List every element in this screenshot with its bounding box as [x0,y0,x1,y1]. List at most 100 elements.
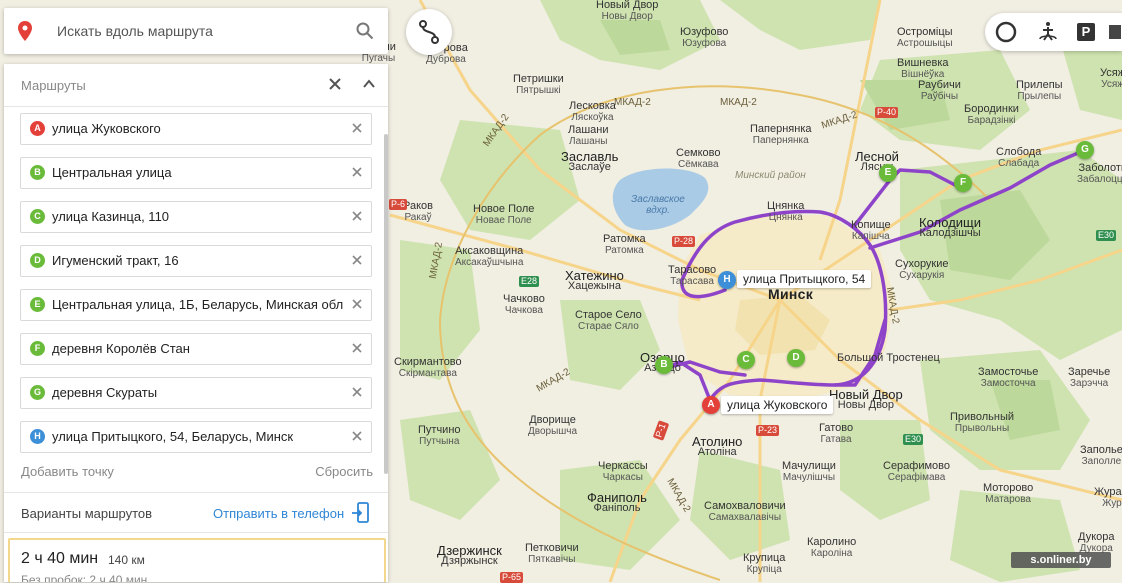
waypoint-badge: A [30,121,45,136]
remove-waypoint-icon[interactable] [352,431,362,441]
place-label: Раубичи Раўбічы [918,79,961,103]
waypoint-field-g[interactable]: G деревня Скураты [20,377,372,409]
waypoint-input[interactable]: улица Казинца, 110 [52,209,169,224]
waypoint-field-e[interactable]: E Центральная улица, 1Б, Беларусь, Минск… [20,289,372,321]
waypoint-input[interactable]: Игуменский тракт, 16 [52,253,179,268]
place-label: Лесковка Ляскоўка [569,100,616,124]
pin-caption-h[interactable]: улица Притыцкого, 54 [737,270,872,288]
place-label: Гатово Гатава [819,422,854,446]
routes-panel: Маршруты A улица Жуковского B Центральна… [4,64,388,582]
search-input[interactable]: Искать вдоль маршрута [57,23,213,39]
route-option-card[interactable]: 2 ч 40 мин 140 км Без пробок: 2 ч 40 мин [8,538,386,582]
place-label: Чачково Чачкова [503,293,545,317]
remove-waypoint-icon[interactable] [352,343,362,353]
route-search-box[interactable]: Искать вдоль маршрута [4,8,388,54]
place-label: Моторово Матарова [983,482,1034,506]
place-label: Раков Ракаў [403,200,433,224]
waypoint-field-d[interactable]: D Игуменский тракт, 16 [20,245,372,277]
waypoint-input[interactable]: улица Жуковского [52,121,161,136]
place-label-town: Атолино Атоліна [692,434,743,458]
remove-waypoint-icon[interactable] [352,167,362,177]
place-label: Юзуфово Юзуфова [680,26,729,50]
scrollbar[interactable] [384,134,388,474]
chevron-up-icon[interactable] [362,78,376,90]
place-label: Привольный Прывольны [950,411,1015,435]
waypoint-badge: E [30,297,45,312]
reset-link[interactable]: Сбросить [315,464,373,479]
route-icon [419,20,439,44]
waypoint-pin-a[interactable]: A [702,396,720,414]
place-label: Сухорукие Сухарукія [895,258,949,282]
route-mode-button[interactable] [406,9,452,55]
remove-waypoint-icon[interactable] [352,255,362,265]
waypoint-pin-g[interactable]: G [1076,141,1094,159]
place-label: Вишневка Вішнёўка [897,57,949,81]
add-point-link[interactable]: Добавить точку [21,464,114,479]
place-label: Новое Поле Новае Поле [473,203,535,227]
waypoint-badge: H [30,429,45,444]
place-label-town: Хатежино Хацежына [565,268,624,292]
watermark: s.onliner.by [1011,552,1111,568]
waypoint-pin-e[interactable]: E [879,164,897,182]
place-label-town: Новый Двор Новы Двор [829,387,903,411]
ring-road-label: МКАД-2 [614,97,651,108]
divider [4,532,388,533]
send-to-phone-icon[interactable] [352,502,370,524]
route-distance: 140 км [108,553,145,567]
place-label: ЗаболотьЗабалоцце [1077,162,1122,186]
place-label: Бородинки Барадзінкі [964,103,1019,127]
place-label-town: Дзержинск Дзяржынск [437,543,502,567]
waypoint-pin-c[interactable]: C [737,351,755,369]
road-number: Е30 [1096,230,1117,241]
waypoint-pin-h[interactable]: H [718,271,736,289]
close-icon[interactable] [328,77,342,91]
region-label: Минский район [735,170,806,181]
send-to-phone-link[interactable]: Отправить в телефон [213,506,344,521]
place-label-town: Заславль Заслаўе [561,149,619,173]
place-label: Старое Село Старае Сяло [575,309,642,333]
remove-waypoint-icon[interactable] [352,299,362,309]
waypoint-pin-f[interactable]: F [954,174,972,192]
place-label: Слобода Слабада [996,146,1042,170]
place-label: Семково Сёмкава [676,147,721,171]
remove-waypoint-icon[interactable] [352,123,362,133]
road-number: Е30 [903,434,924,445]
waypoint-field-f[interactable]: F деревня Королёв Стан [20,333,372,365]
place-label: Заречье Зарэчча [1068,366,1111,390]
road-number: Р-6 [389,199,408,210]
pin-caption-a[interactable]: улица Жуковского [721,396,834,414]
place-label: Мачулищи Мачулішчы [782,460,836,484]
waypoint-badge: G [30,385,45,400]
waypoint-input[interactable]: Центральная улица, 1Б, Беларусь, Минская… [52,297,343,312]
road-number: Р-40 [875,107,899,118]
waypoint-field-a[interactable]: A улица Жуковского [20,113,372,145]
search-icon[interactable] [356,22,374,40]
route-duration: 2 ч 40 мин [21,550,99,567]
remove-waypoint-icon[interactable] [352,211,362,221]
waypoint-field-b[interactable]: B Центральная улица [20,157,372,189]
traffic-layer-icon[interactable] [993,19,1019,45]
transport-layer-icon[interactable] [1035,19,1061,45]
waypoint-badge: C [30,209,45,224]
waypoint-field-c[interactable]: C улица Казинца, 110 [20,201,372,233]
parking-layer-icon[interactable]: P [1077,23,1095,41]
place-label: Лашани Лашаны [568,124,609,148]
waypoint-badge: B [30,165,45,180]
place-label: Серафимово Серафімава [883,460,951,484]
waypoint-input[interactable]: улица Притыцкого, 54, Беларусь, Минск [52,429,293,444]
place-label-town: Фаниполь Фаніполь [587,490,647,514]
location-pin-icon [18,21,32,41]
waypoint-input[interactable]: деревня Скураты [52,385,157,400]
place-label: Папернянка Папернянка [750,123,812,147]
waypoint-field-h[interactable]: H улица Притыцкого, 54, Беларусь, Минск [20,421,372,453]
waypoint-input[interactable]: Центральная улица [52,165,172,180]
route-no-traffic-time: Без пробок: 2 ч 40 мин [21,573,148,582]
routes-panel-header: Маршруты [4,64,388,107]
remove-waypoint-icon[interactable] [352,387,362,397]
more-layers-icon[interactable] [1107,19,1121,45]
waypoint-pin-d[interactable]: D [787,349,805,367]
waypoint-badge: D [30,253,45,268]
waypoint-pin-b[interactable]: B [655,356,673,374]
waypoint-input[interactable]: деревня Королёв Стан [52,341,190,356]
divider [4,492,388,493]
